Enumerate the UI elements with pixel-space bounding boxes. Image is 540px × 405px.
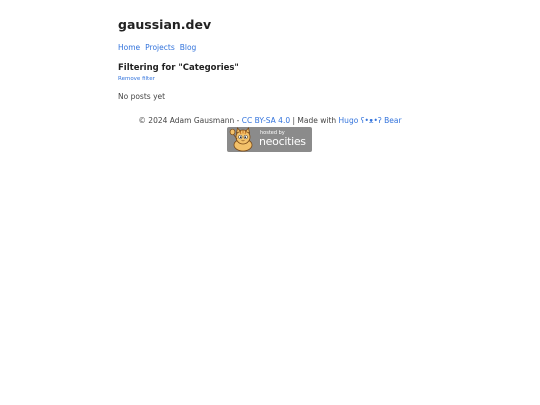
site-footer: © 2024 Adam Gausmann - CC BY-SA 4.0 | Ma…: [0, 116, 540, 125]
page-container: gaussian.dev Home Projects Blog Filterin…: [118, 14, 428, 101]
nav-item-home[interactable]: Home: [118, 43, 140, 52]
nav-item-blog[interactable]: Blog: [180, 43, 197, 52]
badge-neocities-name: neocities: [259, 135, 306, 148]
nav-item-projects[interactable]: Projects: [145, 43, 175, 52]
neocities-cat-icon: [229, 127, 253, 152]
site-title-link[interactable]: gaussian.dev: [118, 17, 211, 32]
remove-filter-link[interactable]: Remove filter: [118, 76, 155, 82]
neocities-badge[interactable]: hosted by neocities: [227, 127, 312, 152]
footer-copyright: © 2024 Adam Gausmann -: [138, 116, 242, 125]
license-link[interactable]: CC BY-SA 4.0: [242, 116, 290, 125]
main-nav: Home Projects Blog: [118, 43, 428, 52]
site-header: gaussian.dev Home Projects Blog: [118, 14, 428, 52]
filter-heading: Filtering for "Categories": [118, 63, 239, 73]
empty-posts-message: No posts yet: [118, 92, 166, 101]
footer-made-with: | Made with: [290, 116, 339, 125]
main-content: Filtering for "Categories" Remove filter…: [118, 63, 428, 101]
hugo-bear-link[interactable]: Hugo ʕ•ᴥ•ʔ Bear: [339, 116, 402, 125]
